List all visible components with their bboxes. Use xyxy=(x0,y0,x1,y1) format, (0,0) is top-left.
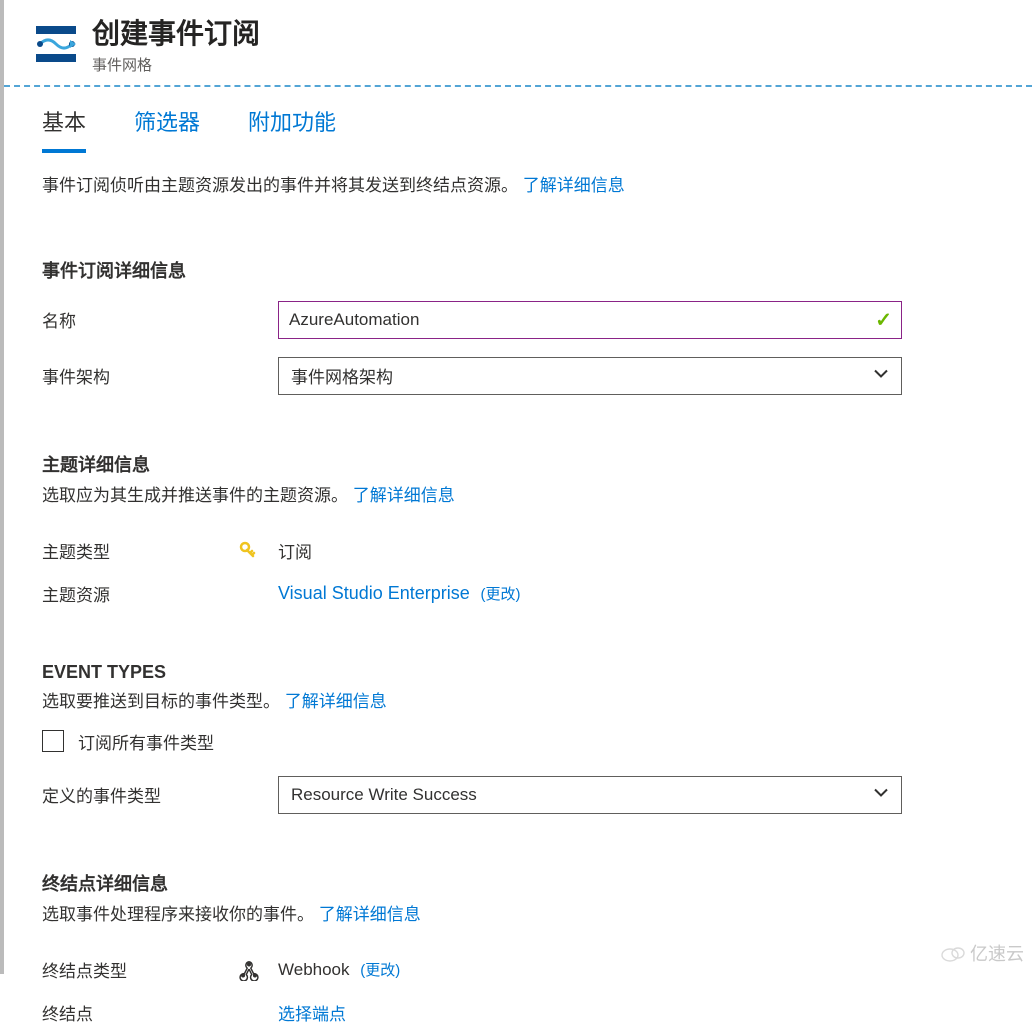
page-title: 创建事件订阅 xyxy=(92,12,260,52)
endpoint-label: 终结点 xyxy=(42,1000,238,1025)
defined-types-value: Resource Write Success xyxy=(291,785,477,805)
topic-type-value: 订阅 xyxy=(278,538,994,563)
endpoint-type-change-link[interactable]: (更改) xyxy=(360,962,400,979)
intro-text: 事件订阅侦听由主题资源发出的事件并将其发送到终结点资源。 了解详细信息 xyxy=(42,173,994,199)
section-endpoint-details-title: 终结点详细信息 xyxy=(42,870,994,896)
section-event-types-title: EVENT TYPES xyxy=(42,662,994,683)
endpoint-type-label: 终结点类型 xyxy=(42,957,238,982)
content-area: 事件订阅侦听由主题资源发出的事件并将其发送到终结点资源。 了解详细信息 事件订阅… xyxy=(4,153,1032,1025)
name-input-wrap: ✓ xyxy=(278,301,902,339)
page-header: 创建事件订阅 事件网格 xyxy=(4,0,1032,79)
validation-check-icon: ✓ xyxy=(875,307,892,332)
eventgrid-icon xyxy=(34,22,78,66)
row-endpoint: 终结点 选择端点 xyxy=(42,1000,994,1025)
endpoint-type-value-wrap: Webhook (更改) xyxy=(278,959,994,980)
event-types-learn-more-link[interactable]: 了解详细信息 xyxy=(285,692,387,711)
name-input[interactable] xyxy=(278,301,902,339)
watermark: 亿速云 xyxy=(940,940,1024,966)
topic-resource-change-link[interactable]: (更改) xyxy=(481,586,521,603)
endpoint-type-value: Webhook xyxy=(278,960,350,979)
event-types-desc: 选取要推送到目标的事件类型。 了解详细信息 xyxy=(42,689,994,715)
schema-select-value: 事件网格架构 xyxy=(291,363,393,388)
endpoint-learn-more-link[interactable]: 了解详细信息 xyxy=(319,905,421,924)
defined-types-select[interactable]: Resource Write Success xyxy=(278,776,902,814)
watermark-text: 亿速云 xyxy=(970,940,1024,966)
page-subtitle: 事件网格 xyxy=(92,54,260,75)
row-topic-resource: 主题资源 Visual Studio Enterprise (更改) xyxy=(42,581,994,606)
schema-label: 事件架构 xyxy=(42,363,278,388)
endpoint-desc-body: 选取事件处理程序来接收你的事件。 xyxy=(42,905,314,924)
topic-resource-label: 主题资源 xyxy=(42,581,238,606)
webhook-icon xyxy=(238,959,278,981)
schema-select[interactable]: 事件网格架构 xyxy=(278,357,902,395)
row-defined-types: 定义的事件类型 Resource Write Success xyxy=(42,776,994,814)
topic-learn-more-link[interactable]: 了解详细信息 xyxy=(353,486,455,505)
topic-resource-value-wrap: Visual Studio Enterprise (更改) xyxy=(278,583,994,604)
tab-basic[interactable]: 基本 xyxy=(42,105,86,153)
topic-desc: 选取应为其生成并推送事件的主题资源。 了解详细信息 xyxy=(42,483,994,509)
tab-bar: 基本 筛选器 附加功能 xyxy=(4,87,1032,153)
key-icon xyxy=(238,541,278,561)
intro-learn-more-link[interactable]: 了解详细信息 xyxy=(523,176,625,195)
endpoint-value-wrap: 选择端点 xyxy=(278,1000,994,1025)
row-schema: 事件架构 事件网格架构 xyxy=(42,357,994,395)
tab-filter[interactable]: 筛选器 xyxy=(134,105,200,153)
name-label: 名称 xyxy=(42,307,278,332)
row-subscribe-all: 订阅所有事件类型 xyxy=(42,729,994,754)
intro-text-body: 事件订阅侦听由主题资源发出的事件并将其发送到终结点资源。 xyxy=(42,176,518,195)
topic-resource-link[interactable]: Visual Studio Enterprise xyxy=(278,583,470,603)
event-types-desc-body: 选取要推送到目标的事件类型。 xyxy=(42,692,280,711)
endpoint-desc: 选取事件处理程序来接收你的事件。 了解详细信息 xyxy=(42,902,994,928)
select-endpoint-link[interactable]: 选择端点 xyxy=(278,1005,346,1024)
topic-type-label: 主题类型 xyxy=(42,538,238,563)
subscribe-all-checkbox[interactable] xyxy=(42,730,64,752)
section-topic-details-title: 主题详细信息 xyxy=(42,451,994,477)
defined-types-label: 定义的事件类型 xyxy=(42,782,278,807)
tab-additional[interactable]: 附加功能 xyxy=(248,105,336,153)
row-topic-type: 主题类型 订阅 xyxy=(42,538,994,563)
chevron-down-icon xyxy=(873,365,889,386)
section-subscription-details-title: 事件订阅详细信息 xyxy=(42,257,994,283)
row-endpoint-type: 终结点类型 Webhook (更改) xyxy=(42,957,994,982)
chevron-down-icon xyxy=(873,784,889,805)
topic-desc-body: 选取应为其生成并推送事件的主题资源。 xyxy=(42,486,348,505)
subscribe-all-label: 订阅所有事件类型 xyxy=(78,729,214,754)
row-name: 名称 ✓ xyxy=(42,301,994,339)
